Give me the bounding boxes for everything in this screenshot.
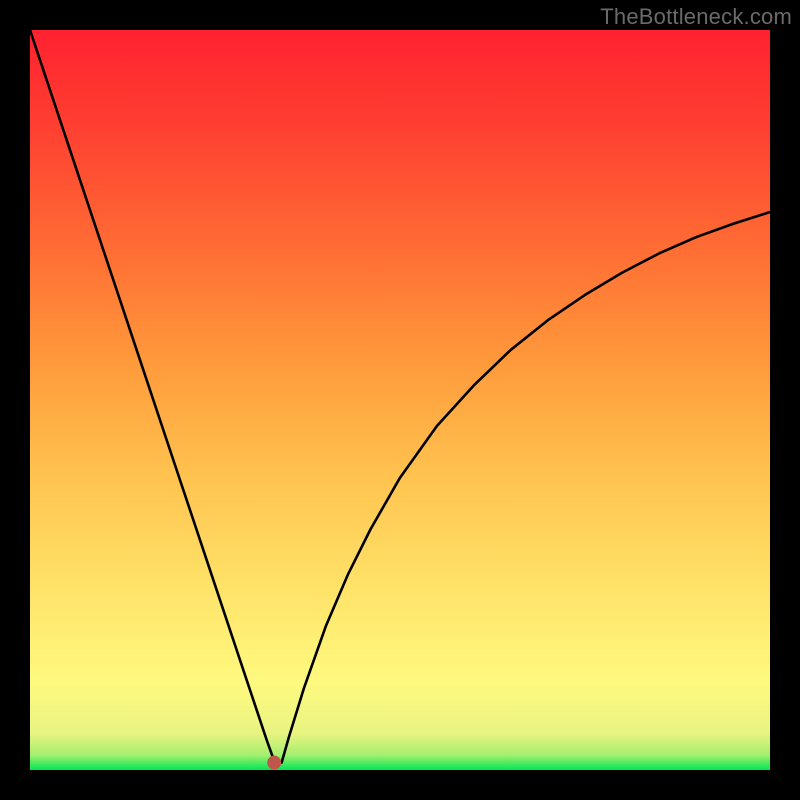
watermark-text: TheBottleneck.com (600, 4, 792, 30)
chart-svg (30, 30, 770, 770)
marker-point (267, 756, 281, 770)
plot-background (30, 30, 770, 770)
chart-frame: TheBottleneck.com (0, 0, 800, 800)
plot-area (30, 30, 770, 770)
